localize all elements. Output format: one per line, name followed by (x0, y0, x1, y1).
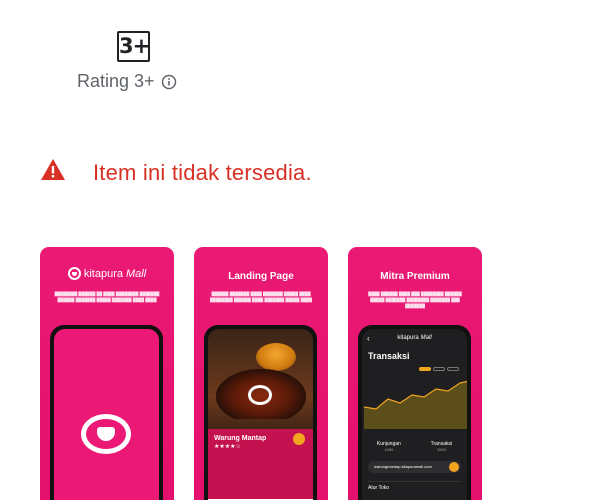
screenshot-1[interactable]: kitapura Mall ████████ ██████ ██ ████ ██… (40, 247, 174, 500)
chip (433, 367, 445, 371)
brand-name: kitapura (83, 267, 123, 280)
kitapura-logo-icon (248, 385, 272, 405)
card-description: ████ ██████ ████ ███ ████████ ██████ ███… (368, 291, 462, 308)
screen-title: Transaksi (368, 351, 410, 361)
app-detail-page: 3+ Rating 3+ Item ini tidak tersedia. ki… (0, 0, 600, 500)
phone-mockup (50, 325, 163, 500)
kitapura-logo-icon (67, 267, 81, 280)
brand-logo: kitapura Mall (40, 267, 174, 280)
phone-mockup: Warung Mantap ★★★★☆ (204, 325, 317, 500)
screenshot-3[interactable]: Mitra Premium ████ ██████ ████ ███ █████… (348, 247, 482, 500)
stats-row: Kunjungan 1000 Transaksi 1000 (362, 441, 467, 452)
store-rating-stars: ★★★★☆ (214, 444, 241, 450)
card-description: ████████ ██████ ██ ████ ████████ ███████… (54, 291, 160, 302)
share-icon (449, 462, 459, 472)
rating-row: Rating 3+ (77, 71, 177, 92)
screenshot-2[interactable]: Landing Page ██████ ███████ ████ ███████… (194, 247, 328, 500)
brand-suffix: Mall (420, 335, 432, 341)
unavailable-message: Item ini tidak tersedia. (93, 160, 312, 185)
kitapura-basket-icon (81, 414, 131, 454)
period-chips (419, 367, 459, 371)
stat-value: 1000 (436, 447, 446, 452)
store-email: warungmantap.kitapuramall.com (374, 464, 432, 469)
app-topbar: ‹ kitapura Mall (362, 329, 467, 347)
chip (447, 367, 459, 371)
card-title: Mitra Premium (380, 271, 450, 282)
stat-kunjungan: Kunjungan 1000 (377, 441, 401, 452)
info-icon[interactable] (161, 74, 177, 90)
warning-icon (41, 159, 65, 180)
card-description: ██████ ███████ ████ ███████ █████ ████ █… (210, 291, 312, 302)
card-title: Landing Page (228, 271, 294, 282)
location-icon (293, 433, 305, 445)
brand-name: kitapura (397, 335, 419, 341)
transaction-chart (364, 380, 467, 429)
drink-image (256, 343, 296, 371)
store-link-bar: warungmantap.kitapuramall.com (368, 461, 461, 473)
stat-transaksi: Transaksi 1000 (431, 441, 453, 452)
brand-suffix: Mall (125, 267, 147, 280)
back-icon: ‹ (367, 333, 370, 343)
phone-mockup: ‹ kitapura Mall Transaksi Kunjungan 1000… (358, 325, 471, 500)
phone-screen: ‹ kitapura Mall Transaksi Kunjungan 1000… (362, 329, 467, 500)
chip (419, 367, 431, 371)
age-rating-badge: 3+ (117, 31, 150, 62)
rating-label: Rating 3+ (77, 71, 155, 91)
menu-item: Atur Toko (368, 481, 461, 491)
phone-screen (54, 329, 159, 500)
phone-screen: Warung Mantap ★★★★☆ (208, 329, 313, 500)
stat-value: 1000 (384, 447, 394, 452)
